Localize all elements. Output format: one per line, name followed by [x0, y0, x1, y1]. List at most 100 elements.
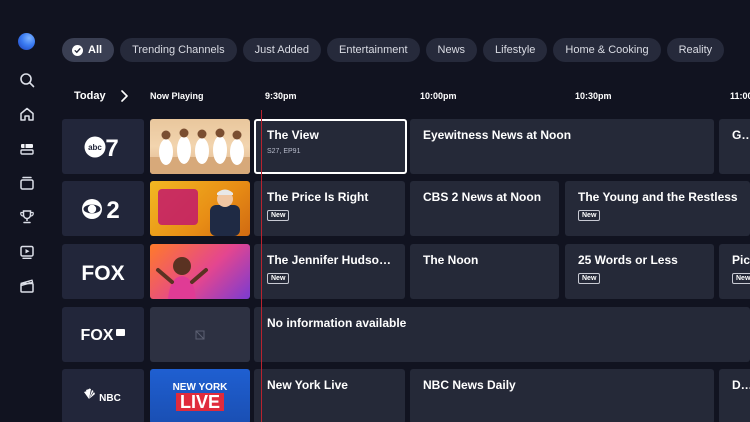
- guide-icon[interactable]: [19, 141, 35, 157]
- program-thumbnail-placeholder[interactable]: [150, 307, 250, 362]
- chip-label: Entertainment: [339, 44, 408, 56]
- chip-news[interactable]: News: [425, 38, 478, 62]
- search-icon[interactable]: [19, 72, 35, 88]
- program-cell[interactable]: Pic New: [719, 244, 750, 299]
- program-title: Pic: [732, 253, 750, 267]
- chip-lifestyle[interactable]: Lifestyle: [483, 38, 548, 62]
- chip-label: Reality: [678, 44, 713, 56]
- today-label[interactable]: Today: [74, 90, 106, 102]
- chip-home-cooking[interactable]: Home & Cooking: [553, 38, 661, 62]
- live-tv-icon[interactable]: [19, 175, 35, 191]
- cbs2-logo-icon: 2: [82, 197, 120, 222]
- channel-row: FOX The Jennifer Hudson Show New The Noo…: [62, 244, 750, 299]
- nbc-logo-icon: NBC: [84, 388, 121, 404]
- abc7-logo-icon: abc 7: [84, 135, 119, 160]
- live-logo-text: LIVE: [175, 392, 224, 411]
- home-icon[interactable]: [19, 106, 35, 122]
- chip-label: News: [437, 44, 466, 56]
- fox-4k-logo-text: FOX: [81, 327, 114, 344]
- category-filter-bar: All Trending Channels Just Added Entertain…: [62, 38, 750, 62]
- fox-logo-icon: FOX: [81, 262, 124, 283]
- program-title: CBS 2 News at Noon: [423, 190, 542, 204]
- play-icon[interactable]: [19, 244, 35, 260]
- program-cell[interactable]: The Price Is Right New: [254, 181, 405, 236]
- new-badge: New: [578, 210, 601, 221]
- current-time-indicator: [261, 110, 262, 422]
- channel-logo-fox-4k[interactable]: FOX: [62, 307, 144, 362]
- svg-text:2: 2: [106, 197, 119, 222]
- program-cell[interactable]: The View S27, EP91: [254, 119, 407, 174]
- channel-row: 2 The Price Is Right New CBS 2 News at N…: [62, 181, 750, 236]
- program-cell[interactable]: The Jennifer Hudson Show New: [254, 244, 405, 299]
- program-title: GM: [732, 128, 750, 142]
- now-playing-label: Now Playing: [150, 91, 204, 101]
- program-title: The Jennifer Hudson Show: [267, 253, 405, 267]
- svg-text:abc: abc: [88, 143, 102, 152]
- channel-logo-abc7[interactable]: abc 7: [62, 119, 144, 174]
- channel-logo-cbs2[interactable]: 2: [62, 181, 144, 236]
- trophy-icon[interactable]: [19, 209, 35, 225]
- program-title: NBC News Daily: [423, 378, 516, 392]
- program-thumbnail[interactable]: [150, 181, 250, 236]
- channel-row: NBC NEW YORK LIVE New York Live NBC News…: [62, 369, 750, 422]
- price-is-right-image: [158, 189, 240, 236]
- svg-text:7: 7: [105, 135, 118, 160]
- program-thumbnail[interactable]: [150, 119, 250, 174]
- time-slot: 10:30pm: [575, 91, 612, 101]
- program-title: No information available: [267, 316, 407, 330]
- program-cell[interactable]: Dat: [719, 369, 750, 422]
- program-thumbnail[interactable]: NEW YORK LIVE: [150, 369, 250, 422]
- new-york-live-logo-text: NEW YORK: [172, 381, 228, 393]
- new-badge: New: [578, 273, 601, 284]
- chip-all[interactable]: All: [62, 38, 115, 62]
- movies-icon[interactable]: [19, 278, 35, 294]
- program-cell[interactable]: 25 Words or Less New: [565, 244, 714, 299]
- chip-entertainment[interactable]: Entertainment: [327, 38, 420, 62]
- program-title: New York Live: [267, 378, 348, 392]
- fox-logo-text: FOX: [81, 262, 124, 283]
- new-badge: New: [267, 210, 290, 221]
- chip-label: Trending Channels: [132, 44, 225, 56]
- program-title: The Young and the Restless: [578, 190, 738, 204]
- program-title: The View: [267, 128, 319, 142]
- image-placeholder-icon: [195, 330, 205, 339]
- new-badge: New: [732, 273, 750, 284]
- chip-trending-channels[interactable]: Trending Channels: [120, 38, 237, 62]
- check-icon: [72, 44, 83, 56]
- chip-label: All: [88, 44, 103, 56]
- channel-row: FOX No information available: [62, 307, 750, 362]
- sidebar: [0, 0, 56, 422]
- time-header: Today Now Playing 9:30pm 10:00pm 10:30pm…: [0, 90, 750, 106]
- program-cell[interactable]: The Noon: [410, 244, 559, 299]
- chip-just-added[interactable]: Just Added: [242, 38, 322, 62]
- program-episode: S27, EP91: [267, 148, 301, 155]
- time-slot: 9:30pm: [265, 91, 297, 101]
- program-cell[interactable]: New York Live: [254, 369, 405, 422]
- chip-label: Just Added: [254, 44, 310, 56]
- program-title: 25 Words or Less: [578, 253, 678, 267]
- program-cell[interactable]: NBC News Daily: [410, 369, 714, 422]
- time-slot: 10:00pm: [420, 91, 457, 101]
- program-title: The Price Is Right: [267, 190, 369, 204]
- program-cell[interactable]: The Young and the Restless New: [565, 181, 750, 236]
- channel-logo-nbc[interactable]: NBC: [62, 369, 144, 422]
- the-view-hosts-image: [150, 128, 250, 174]
- chevron-right-icon[interactable]: [118, 89, 130, 103]
- channel-logo-fox[interactable]: FOX: [62, 244, 144, 299]
- program-thumbnail[interactable]: [150, 244, 250, 299]
- nbc-logo-text: NBC: [99, 393, 121, 404]
- new-badge: New: [267, 273, 290, 284]
- time-slot: 11:00: [730, 91, 750, 101]
- program-title: The Noon: [423, 253, 479, 267]
- chip-reality[interactable]: Reality: [666, 38, 725, 62]
- program-cell[interactable]: Eyewitness News at Noon: [410, 119, 714, 174]
- jennifer-hudson-image: [156, 257, 208, 299]
- program-title: Dat: [732, 378, 750, 392]
- program-cell[interactable]: CBS 2 News at Noon: [410, 181, 559, 236]
- fox-4k-logo-icon: FOX: [81, 327, 125, 344]
- app-logo: [18, 33, 35, 50]
- chip-label: Lifestyle: [495, 44, 536, 56]
- program-cell[interactable]: GM: [719, 119, 750, 174]
- program-cell[interactable]: No information available: [254, 307, 750, 362]
- channel-row: abc 7 The View S27, EP91 Eyewitness News…: [62, 119, 750, 174]
